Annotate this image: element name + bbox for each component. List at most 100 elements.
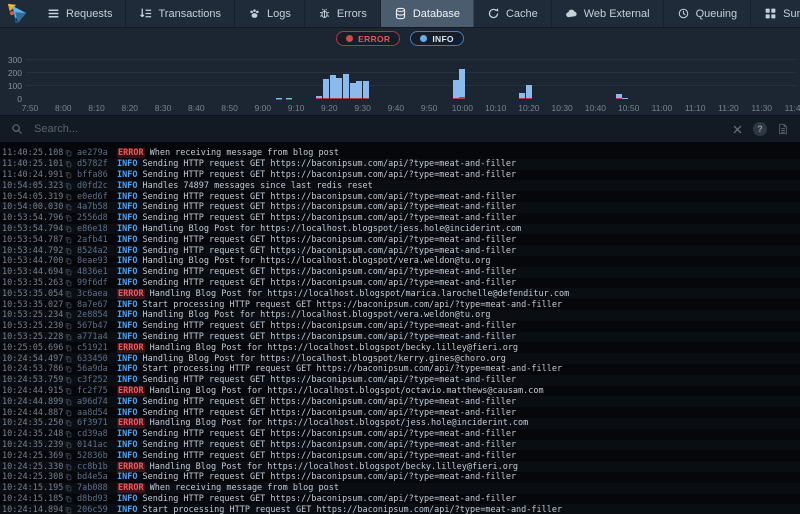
tab-summary[interactable]: Summary: [751, 0, 800, 27]
copy-icon[interactable]: [65, 365, 77, 373]
copy-icon[interactable]: [65, 236, 77, 244]
bar-error-segment: [615, 98, 622, 99]
x-axis-tick: 8:50: [221, 103, 238, 113]
copy-icon[interactable]: [65, 430, 77, 438]
log-row[interactable]: 10:53:25.230 567b47 INFO Sending HTTP re…: [0, 321, 800, 332]
log-id: d0fd2c: [77, 180, 108, 191]
log-row[interactable]: 10:24:35.250 6f3971 ERROR Handling Blog …: [0, 417, 800, 429]
log-row[interactable]: 10:24:53.786 56a9da INFO Start processin…: [0, 364, 800, 375]
clear-search-icon[interactable]: [732, 124, 743, 135]
log-row[interactable]: 10:24:44.915 fc2f75 ERROR Handling Blog …: [0, 385, 800, 397]
log-row[interactable]: 10:54:00.030 4a7b58 INFO Sending HTTP re…: [0, 201, 800, 213]
info-toggle[interactable]: INFO: [410, 31, 464, 46]
log-row[interactable]: 10:24:53.759 c3f252 INFO Sending HTTP re…: [0, 374, 800, 386]
log-row[interactable]: 10:53:54.794 e86e18 INFO Handling Blog P…: [0, 223, 800, 235]
log-row[interactable]: 10:53:44.700 8eae93 INFO Handling Blog P…: [0, 256, 800, 267]
copy-icon[interactable]: [65, 225, 77, 233]
log-row[interactable]: 10:54:05.323 d0fd2c INFO Handles 74897 m…: [0, 180, 800, 192]
copy-icon[interactable]: [65, 301, 77, 309]
log-row[interactable]: 10:53:54.796 2556d8 INFO Sending HTTP re…: [0, 213, 800, 224]
log-row[interactable]: 10:54:05.319 e0ed6f INFO Sending HTTP re…: [0, 191, 800, 202]
tab-transactions[interactable]: Transactions: [126, 0, 236, 27]
copy-icon[interactable]: [65, 171, 77, 179]
log-row[interactable]: 10:24:25.369 52836b INFO Sending HTTP re…: [0, 450, 800, 461]
log-row[interactable]: 10:24:44.899 a96d74 INFO Sending HTTP re…: [0, 396, 800, 408]
copy-icon[interactable]: [65, 409, 77, 417]
copy-icon[interactable]: [65, 160, 77, 168]
copy-icon[interactable]: [65, 355, 77, 363]
copy-icon[interactable]: [65, 419, 77, 427]
copy-icon[interactable]: [65, 333, 77, 341]
copy-icon[interactable]: [65, 452, 77, 460]
log-level: ERROR: [117, 288, 145, 299]
log-row[interactable]: 11:40:25.101 d5782f INFO Sending HTTP re…: [0, 158, 800, 170]
tab-requests[interactable]: Requests: [34, 0, 127, 27]
copy-icon[interactable]: [65, 441, 77, 449]
log-row[interactable]: 10:24:25.308 bd4e5a INFO Sending HTTP re…: [0, 472, 800, 483]
copy-icon[interactable]: [65, 203, 77, 211]
copy-icon[interactable]: [65, 257, 77, 265]
copy-icon[interactable]: [65, 182, 77, 190]
copy-icon[interactable]: [65, 268, 77, 276]
copy-icon[interactable]: [65, 193, 77, 201]
log-row[interactable]: 10:24:15.185 d8bd93 INFO Sending HTTP re…: [0, 494, 800, 505]
log-row[interactable]: 10:53:54.787 2afb41 INFO Sending HTTP re…: [0, 234, 800, 245]
app-logo[interactable]: [0, 0, 34, 27]
copy-icon[interactable]: [65, 506, 77, 514]
copy-icon[interactable]: [65, 311, 77, 319]
log-row[interactable]: 10:53:35.027 8a7e67 INFO Start processin…: [0, 299, 800, 310]
copy-icon[interactable]: [65, 279, 77, 287]
log-id: 7ab088: [77, 483, 108, 494]
copy-icon[interactable]: [65, 484, 77, 492]
copy-icon[interactable]: [65, 387, 77, 395]
log-row[interactable]: 10:24:15.195 7ab088 ERROR When receiving…: [0, 482, 800, 494]
help-icon[interactable]: ?: [753, 122, 767, 136]
copy-icon[interactable]: [65, 247, 77, 255]
log-timestamp: 10:24:15.195: [2, 483, 64, 494]
copy-icon[interactable]: [65, 149, 77, 157]
copy-icon[interactable]: [65, 463, 77, 471]
bar-error-segment: [525, 97, 532, 99]
y-axis-label: 100: [7, 81, 22, 91]
menu-icon: [47, 7, 60, 20]
tab-database[interactable]: Database: [380, 0, 474, 27]
log-row[interactable]: 10:24:25.330 cc8b1b ERROR Handling Blog …: [0, 461, 800, 472]
tab-queuing[interactable]: Queuing: [664, 0, 752, 27]
log-level: INFO: [117, 277, 138, 288]
copy-icon[interactable]: [65, 214, 77, 222]
log-row[interactable]: 10:53:44.792 8524a2 INFO Sending HTTP re…: [0, 245, 800, 256]
copy-icon[interactable]: [65, 344, 77, 352]
copy-icon[interactable]: [65, 473, 77, 481]
copy-icon[interactable]: [65, 495, 77, 503]
copy-icon[interactable]: [65, 376, 77, 384]
log-id: 4836e1: [77, 267, 108, 278]
log-row[interactable]: 10:24:14.894 206c59 INFO Start processin…: [0, 504, 800, 514]
log-row[interactable]: 10:53:35.263 99f6df INFO Sending HTTP re…: [0, 278, 800, 289]
log-row[interactable]: 11:40:24.991 bffa86 INFO Sending HTTP re…: [0, 170, 800, 181]
log-id: 3c6aea: [77, 288, 108, 299]
log-row[interactable]: 10:24:54.497 633450 INFO Handling Blog P…: [0, 353, 800, 364]
log-row[interactable]: 10:53:44.694 4836e1 INFO Sending HTTP re…: [0, 266, 800, 278]
log-row[interactable]: 10:53:35.054 3c6aea ERROR Handling Blog …: [0, 288, 800, 300]
tab-web-external[interactable]: Web External: [552, 0, 664, 27]
tab-label: Summary: [783, 7, 800, 20]
log-row[interactable]: 10:25:05.696 c51921 ERROR Handling Blog …: [0, 342, 800, 353]
copy-icon[interactable]: [65, 398, 77, 406]
tab-logs[interactable]: Logs: [235, 0, 305, 27]
copy-icon[interactable]: [65, 322, 77, 330]
copy-icon[interactable]: [65, 290, 77, 298]
export-log-icon[interactable]: [777, 123, 789, 135]
log-row[interactable]: 10:24:44.887 aa8d54 INFO Sending HTTP re…: [0, 407, 800, 418]
bar-error-segment: [316, 98, 323, 99]
log-message: Start processing HTTP request GET https:…: [142, 504, 563, 514]
log-row[interactable]: 10:53:25.234 2e8854 INFO Handling Blog P…: [0, 309, 800, 321]
error-toggle[interactable]: ERROR: [336, 31, 401, 46]
log-row[interactable]: 10:53:25.228 a771a4 INFO Sending HTTP re…: [0, 331, 800, 343]
log-row[interactable]: 10:24:35.248 cd39a8 INFO Sending HTTP re…: [0, 429, 800, 440]
tab-errors[interactable]: Errors: [305, 0, 381, 27]
search-input[interactable]: [32, 122, 723, 136]
log-row[interactable]: 11:40:25.108 ae279a ERROR When receiving…: [0, 148, 800, 159]
log-row[interactable]: 10:24:35.239 0141ac INFO Sending HTTP re…: [0, 439, 800, 451]
tab-cache[interactable]: Cache: [474, 0, 552, 27]
bar-info-segment: [525, 85, 532, 98]
